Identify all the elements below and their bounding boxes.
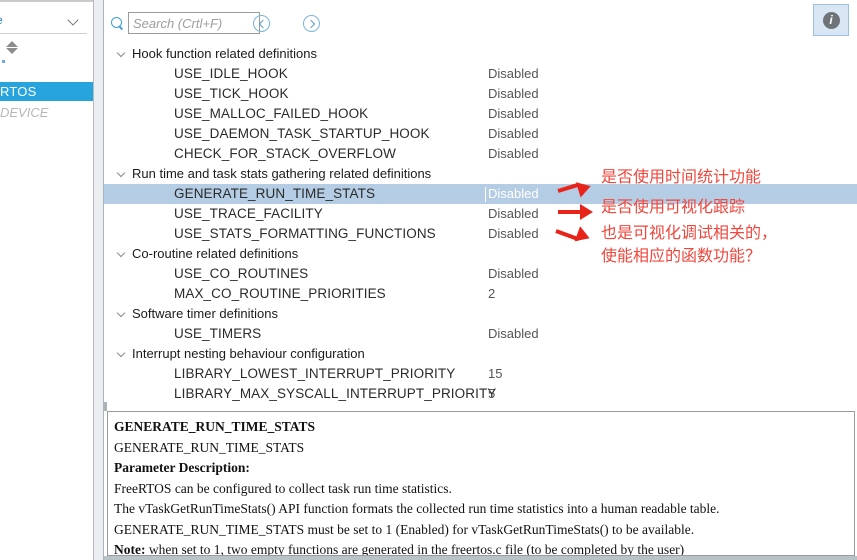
tree-param-value[interactable]: Disabled [488,206,539,221]
tree-param-value[interactable]: Disabled [488,226,539,241]
description-note-label: Note: [114,542,146,556]
tree-param-value[interactable]: Disabled [488,86,539,101]
tree-param-value[interactable]: Disabled [488,146,539,161]
search-icon [111,17,124,30]
triangle-up-icon [6,41,18,47]
sidebar-item-device-label: DEVICE [0,104,49,120]
chevron-down-icon[interactable] [118,310,127,319]
bottom-bar [104,556,857,560]
sidebar-dropdown-value: e [0,13,3,27]
chevron-down-icon[interactable] [118,350,127,359]
description-subtitle: GENERATE_RUN_TIME_STATS [114,439,305,455]
tree-param-label: USE_TIMERS [174,326,262,341]
description-title: GENERATE_RUN_TIME_STATS [114,419,316,434]
search-placeholder: Search (Crtl+F) [133,15,223,31]
description-note-text: when set to 1, two empty functions are g… [145,542,685,556]
chevron-right-circle-icon[interactable] [303,15,320,32]
tree-param-row[interactable]: USE_MALLOC_FAILED_HOOK Disabled [104,104,857,124]
parameter-tree[interactable]: Hook function related definitions USE_IDL… [104,44,857,402]
sidebar-item-rtos[interactable]: RTOS [0,82,93,101]
tree-group-label: Software timer definitions [132,306,278,321]
description-section-heading: Parameter Description: [114,460,250,475]
tree-param-label: USE_CO_ROUTINES [174,266,309,281]
tree-param-value[interactable]: Disabled [488,326,539,341]
tree-group-row[interactable]: Hook function related definitions [104,44,857,64]
chevron-down-icon[interactable] [118,170,127,179]
sidebar-dropdown[interactable]: e [0,6,87,34]
tree-param-row[interactable]: USE_STATS_FORMATTING_FUNCTIONS Disabled [104,224,857,244]
panel-splitter[interactable] [104,402,857,411]
tree-param-row[interactable]: LIBRARY_LOWEST_INTERRUPT_PRIORITY 15 [104,364,857,384]
tree-group-label: Interrupt nesting behaviour configuratio… [132,346,365,361]
app-window: e RTOS DEVICE Search (Crtl+F) [0,0,857,560]
toolbar: Search (Crtl+F) i [104,0,857,44]
sidebar-top-divider [0,0,93,2]
description-body-line: GENERATE_RUN_TIME_STATS must be set to 1… [114,521,695,537]
text-cursor [485,187,486,202]
tree-param-value[interactable]: 15 [488,366,502,381]
tree-param-label: USE_STATS_FORMATTING_FUNCTIONS [174,226,436,241]
search-input[interactable]: Search (Crtl+F) [128,12,260,34]
info-button[interactable]: i [813,4,849,36]
description-body-line: The vTaskGetRunTimeStats() API function … [114,501,720,516]
chevron-down-icon[interactable] [118,250,127,259]
tree-param-value[interactable]: Disabled [488,106,539,121]
tree-param-value[interactable]: Disabled [488,126,539,141]
configuration-panel: Search (Crtl+F) i Hook function related … [103,0,857,560]
tree-param-row[interactable]: USE_TIMERS Disabled [104,324,857,344]
tree-param-label: USE_TRACE_FACILITY [174,206,323,221]
sidebar-marker [2,60,5,63]
tree-param-row[interactable]: LIBRARY_MAX_SYSCALL_INTERRUPT_PRIORITY 5 [104,384,857,404]
left-sidebar: e RTOS DEVICE [0,0,94,560]
tree-param-row[interactable]: USE_DAEMON_TASK_STARTUP_HOOK Disabled [104,124,857,144]
description-panel: GENERATE_RUN_TIME_STATS GENERATE_RUN_TIM… [107,411,855,556]
tree-group-label: Co-routine related definitions [132,246,299,261]
tree-param-label: USE_TICK_HOOK [174,86,289,101]
chevron-down-icon [68,13,81,26]
sidebar-scroll-arrows[interactable] [4,40,20,56]
tree-group-row[interactable]: Interrupt nesting behaviour configuratio… [104,344,857,364]
tree-param-row[interactable]: USE_TRACE_FACILITY Disabled [104,204,857,224]
triangle-down-icon [6,48,18,54]
tree-param-row[interactable]: MAX_CO_ROUTINE_PRIORITIES 2 [104,284,857,304]
sidebar-item-device[interactable]: DEVICE [0,103,93,121]
sidebar-item-rtos-label: RTOS [0,84,37,99]
tree-param-value[interactable]: 5 [488,386,495,401]
panel-gap [94,0,103,560]
tree-param-label: LIBRARY_LOWEST_INTERRUPT_PRIORITY [174,366,456,381]
description-body-line: FreeRTOS can be configured to collect ta… [114,480,452,496]
tree-group-row[interactable]: Software timer definitions [104,304,857,324]
tree-group-row[interactable]: Co-routine related definitions [104,244,857,264]
tree-param-row[interactable]: CHECK_FOR_STACK_OVERFLOW Disabled [104,144,857,164]
tree-param-label: CHECK_FOR_STACK_OVERFLOW [174,146,396,161]
tree-param-label: MAX_CO_ROUTINE_PRIORITIES [174,286,386,301]
tree-param-value[interactable]: Disabled [488,66,539,81]
tree-group-label: Hook function related definitions [132,46,318,61]
tree-group-row[interactable]: Run time and task stats gathering relate… [104,164,857,184]
tree-param-label: USE_MALLOC_FAILED_HOOK [174,106,369,121]
tree-param-row[interactable]: USE_IDLE_HOOK Disabled [104,64,857,84]
tree-param-label: USE_IDLE_HOOK [174,66,288,81]
tree-param-label: GENERATE_RUN_TIME_STATS [174,186,376,201]
tree-group-label: Run time and task stats gathering relate… [132,166,432,181]
tree-param-value[interactable]: Disabled [488,266,539,281]
tree-param-row[interactable]: USE_CO_ROUTINES Disabled [104,264,857,284]
chevron-left-circle-icon[interactable] [253,15,270,32]
tree-param-value[interactable]: Disabled [488,186,539,201]
tree-param-row[interactable]: GENERATE_RUN_TIME_STATS Disabled [104,184,857,204]
tree-param-label: LIBRARY_MAX_SYSCALL_INTERRUPT_PRIORITY [174,386,497,401]
tree-param-row[interactable]: USE_TICK_HOOK Disabled [104,84,857,104]
chevron-down-icon[interactable] [118,50,127,59]
tree-param-value[interactable]: 2 [488,286,495,301]
info-icon: i [822,11,840,29]
tree-param-label: USE_DAEMON_TASK_STARTUP_HOOK [174,126,430,141]
description-note: Note: when set to 1, two empty functions… [114,540,854,556]
